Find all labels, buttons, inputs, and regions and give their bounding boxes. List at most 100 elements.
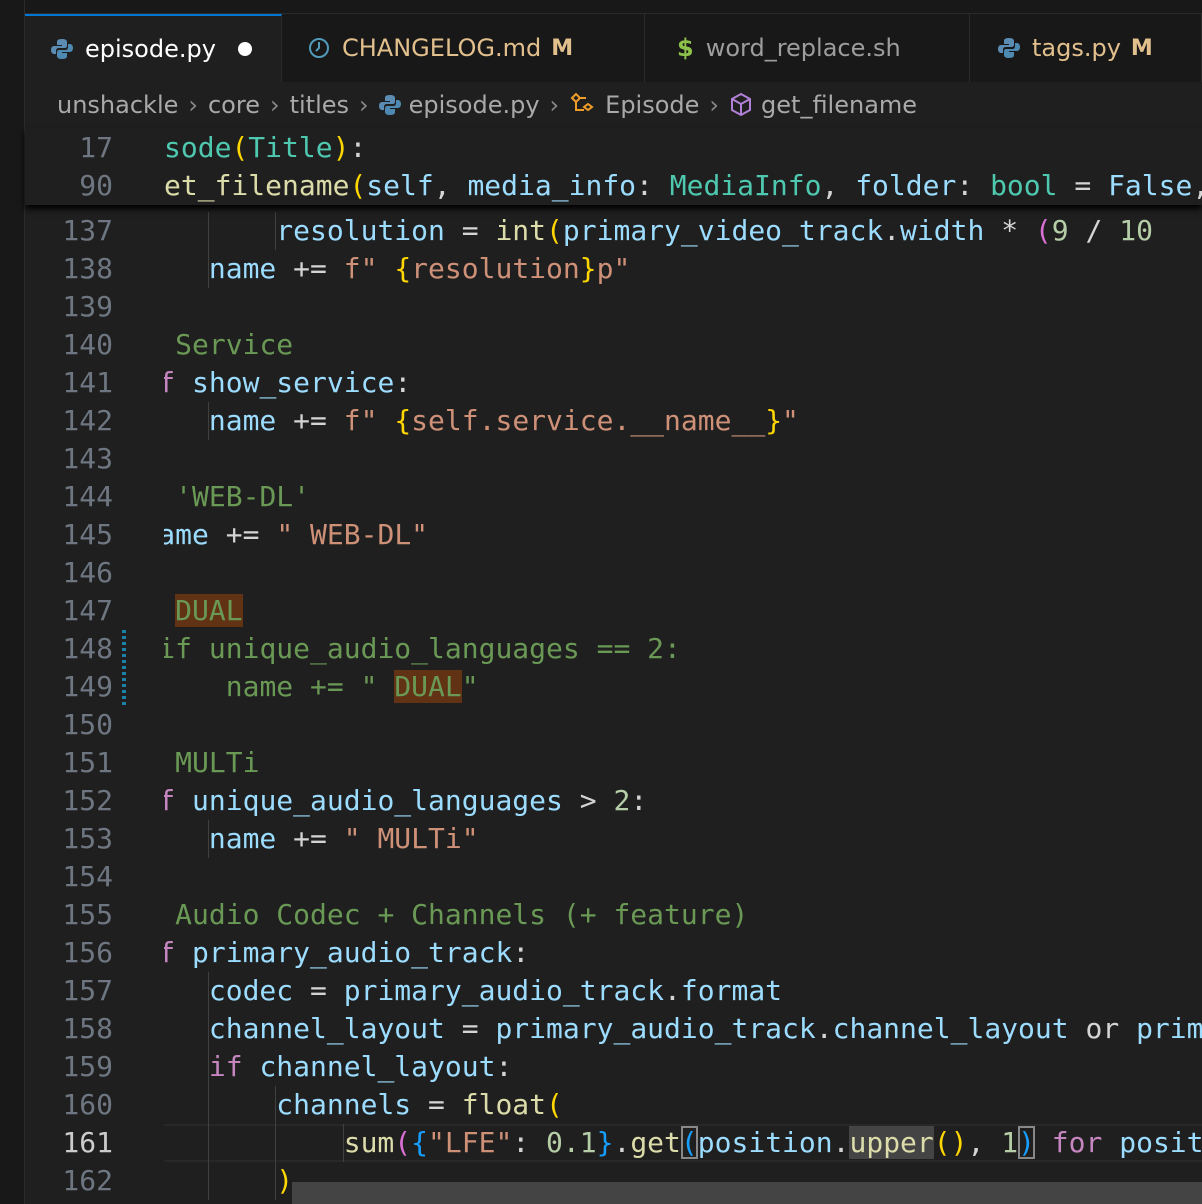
code-token: primary_video_track bbox=[562, 214, 884, 247]
code-token: float bbox=[461, 1088, 547, 1121]
sticky-line[interactable]: 17 sode(Title): bbox=[25, 129, 1202, 167]
code-token: : bbox=[394, 366, 412, 399]
code-line[interactable]: 139 bbox=[25, 288, 1202, 326]
code-token: ) bbox=[276, 1164, 294, 1197]
code-line[interactable]: 142 name += f" {self.service.__name__}" bbox=[25, 402, 1202, 440]
code-token: DUAL bbox=[394, 670, 462, 703]
line-number: 140 bbox=[62, 328, 113, 361]
code-token: ( bbox=[349, 169, 367, 202]
method-cube-icon bbox=[731, 92, 752, 117]
code-line[interactable]: 154 bbox=[25, 858, 1202, 896]
code-token: = bbox=[444, 1012, 496, 1045]
tab-tags-py[interactable]: tags.py M bbox=[970, 14, 1202, 82]
code-line[interactable]: 150 bbox=[25, 706, 1202, 744]
code-token: primary_audio_track bbox=[495, 1012, 816, 1045]
code-line[interactable]: 151 # MULTi bbox=[25, 744, 1202, 782]
activity-bar bbox=[0, 0, 25, 1204]
breadcrumb-unshackle[interactable]: unshackle bbox=[57, 91, 178, 119]
code-line[interactable]: 160 channels = float( bbox=[25, 1086, 1202, 1124]
code-token: 0.1 bbox=[546, 1126, 597, 1159]
tab-changelog-md[interactable]: CHANGELOG.md M bbox=[282, 14, 645, 82]
line-number: 144 bbox=[62, 480, 113, 513]
code-line[interactable]: 148 #if unique_audio_languages == 2: bbox=[25, 630, 1202, 668]
sticky-line[interactable]: 90 et_filename(self, media_info: MediaInf… bbox=[25, 167, 1202, 205]
tab-word-replace-sh[interactable]: $ word_replace.sh bbox=[645, 14, 970, 82]
line-number: 137 bbox=[62, 214, 113, 247]
code-line[interactable]: 138 name += f" {resolution}p" bbox=[25, 250, 1202, 288]
code-line[interactable]: 147 # DUAL bbox=[25, 592, 1202, 630]
code-token: name bbox=[208, 252, 277, 285]
code-token: 2 bbox=[613, 784, 631, 817]
python-icon bbox=[51, 39, 73, 59]
breadcrumb-get-filename[interactable]: get_filename bbox=[761, 91, 917, 119]
line-number: 154 bbox=[62, 860, 113, 893]
code-token: codec bbox=[208, 974, 294, 1007]
code-token: if bbox=[164, 784, 176, 817]
line-number: 147 bbox=[62, 594, 113, 627]
code-line[interactable]: 157 codec = primary_audio_track.format bbox=[25, 972, 1202, 1010]
code-token: . bbox=[815, 1012, 833, 1045]
code-token: f" bbox=[343, 252, 395, 285]
line-number: 160 bbox=[62, 1088, 113, 1121]
code-token: int bbox=[495, 214, 547, 247]
sticky-scroll[interactable]: 17 sode(Title): 90 et_filename(self, media_… bbox=[25, 128, 1202, 205]
code-token: if bbox=[164, 366, 176, 399]
code-line[interactable]: 149 # name += " DUAL" bbox=[25, 668, 1202, 706]
code-token: ( bbox=[546, 214, 563, 247]
breadcrumb-core[interactable]: core bbox=[208, 91, 260, 119]
code-line[interactable]: 153 name += " MULTi" bbox=[25, 820, 1202, 858]
code-token: channel_layout bbox=[208, 1012, 445, 1045]
code-token: ( bbox=[394, 1126, 412, 1159]
code-line[interactable]: 161 sum({"LFE": 0.1}.get(position.upper(… bbox=[25, 1124, 1202, 1162]
code-line[interactable]: 145 name += " WEB-DL" bbox=[25, 516, 1202, 554]
modified-badge: M bbox=[1130, 35, 1153, 61]
code-editor[interactable]: 137 resolution = int(primary_video_track… bbox=[25, 212, 1202, 1204]
breadcrumb-episode-class[interactable]: Episode bbox=[605, 91, 699, 119]
code-token: # Audio Codec + Channels (+ feature) bbox=[164, 898, 749, 931]
code-token: . bbox=[613, 1126, 631, 1159]
line-number: 138 bbox=[62, 252, 113, 285]
code-line[interactable]: 152 if unique_audio_languages > 2: bbox=[25, 782, 1202, 820]
code-line[interactable]: 159 if channel_layout: bbox=[25, 1048, 1202, 1086]
code-token: } bbox=[765, 404, 783, 437]
code-line[interactable]: 156 if primary_audio_track: bbox=[25, 934, 1202, 972]
code-token: += bbox=[208, 518, 277, 551]
unsaved-dot-icon[interactable] bbox=[237, 42, 252, 56]
code-token: " bbox=[461, 670, 479, 703]
breadcrumb-titles[interactable]: titles bbox=[290, 91, 349, 119]
code-token: } bbox=[579, 252, 597, 285]
code-token: format bbox=[680, 974, 783, 1007]
code-token: False bbox=[1108, 169, 1193, 202]
line-number: 153 bbox=[62, 822, 113, 855]
code-token: position bbox=[697, 1126, 833, 1159]
chevron-right-icon: › bbox=[709, 91, 720, 119]
code-line[interactable]: 155 # Audio Codec + Channels (+ feature) bbox=[25, 896, 1202, 934]
code-token: ( bbox=[1034, 214, 1052, 247]
line-number: 142 bbox=[62, 404, 113, 437]
code-line[interactable]: 144 # 'WEB-DL' bbox=[25, 478, 1202, 516]
breadcrumb-episode-py[interactable]: episode.py bbox=[409, 91, 540, 119]
code-token: ) bbox=[1018, 1126, 1035, 1159]
code-token: Title bbox=[248, 131, 333, 164]
code-line[interactable]: 141 if show_service: bbox=[25, 364, 1202, 402]
code-token: { bbox=[394, 404, 412, 437]
code-line[interactable]: 140 # Service bbox=[25, 326, 1202, 364]
git-modified-gutter-indicator[interactable] bbox=[122, 630, 126, 706]
tab-episode-py[interactable]: episode.py bbox=[25, 14, 282, 82]
code-line[interactable]: 158 channel_layout = primary_audio_track… bbox=[25, 1010, 1202, 1048]
code-line[interactable]: 137 resolution = int(primary_video_track… bbox=[25, 212, 1202, 250]
code-token: += bbox=[276, 822, 344, 855]
code-token: } bbox=[596, 1126, 614, 1159]
code-line[interactable]: 146 bbox=[25, 554, 1202, 592]
code-token: primary_audio_track bbox=[192, 936, 513, 969]
code-token: , bbox=[1192, 169, 1202, 202]
code-line[interactable]: 143 bbox=[25, 440, 1202, 478]
chevron-right-icon: › bbox=[269, 91, 280, 119]
code-token: name bbox=[208, 822, 277, 855]
code-token: ( bbox=[546, 1088, 563, 1121]
